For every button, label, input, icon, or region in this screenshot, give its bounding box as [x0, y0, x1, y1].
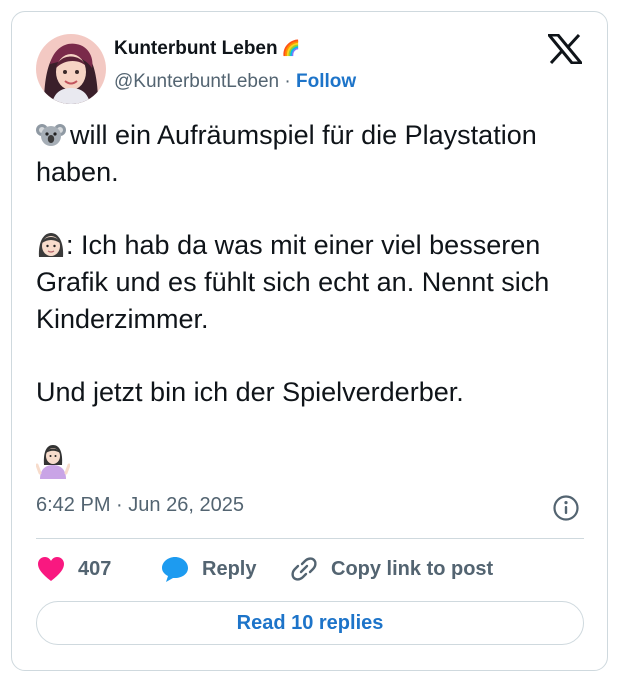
timestamp-separator: · — [116, 494, 123, 516]
read-replies-button[interactable]: Read 10 replies — [36, 601, 584, 645]
x-logo-icon[interactable] — [545, 33, 585, 65]
link-icon — [291, 557, 317, 581]
display-name-text[interactable]: Kunterbunt Leben — [114, 38, 278, 59]
woman-face-icon — [38, 233, 64, 257]
copy-link-button[interactable]: Copy link to post — [289, 553, 493, 585]
action-bar: 407 Reply Copy link to post — [36, 553, 584, 585]
tweet-text: will ein Aufräumspiel für die Playstatio… — [36, 117, 588, 479]
copy-link-label: Copy link to post — [331, 557, 494, 580]
tweet-timestamp[interactable]: 6:42 PM · Jun 26, 2025 — [36, 494, 244, 517]
tweet-line-2: : Ich hab da was mit einer viel besseren… — [36, 230, 550, 334]
reply-label: Reply — [202, 557, 257, 580]
tweet-line-3: Und jetzt bin ich der Spielverderber. — [36, 377, 464, 407]
user-handle[interactable]: @KunterbuntLeben — [114, 71, 279, 92]
reply-bubble-icon — [162, 557, 188, 582]
tweet-paragraph-1: will ein Aufräumspiel für die Playstatio… — [36, 117, 588, 191]
koala-icon — [36, 124, 66, 146]
handle-separator: · — [284, 71, 291, 92]
follow-link[interactable]: Follow — [296, 71, 356, 92]
heart-icon — [38, 557, 64, 581]
divider — [36, 538, 584, 539]
tweet-paragraph-3: Und jetzt bin ich der Spielverderber. — [36, 374, 588, 411]
tweet-line-1: will ein Aufräumspiel für die Playstatio… — [36, 120, 537, 187]
like-button[interactable]: 407 — [36, 553, 111, 585]
woman-shrugging-icon — [36, 445, 70, 479]
tweet-date[interactable]: Jun 26, 2025 — [128, 494, 244, 516]
handle-line: @KunterbuntLeben · Follow — [114, 71, 356, 93]
read-replies-label: Read 10 replies — [236, 611, 384, 634]
reply-button[interactable]: Reply — [160, 553, 256, 585]
avatar[interactable] — [36, 34, 106, 104]
tweet-time[interactable]: 6:42 PM — [36, 494, 110, 516]
info-icon[interactable] — [552, 494, 580, 522]
tweet-paragraph-2: : Ich hab da was mit einer viel besseren… — [36, 227, 588, 338]
likes-count: 407 — [78, 557, 112, 580]
profile-badge: 🌈 — [281, 40, 301, 57]
display-name[interactable]: Kunterbunt Leben 🌈 — [114, 38, 300, 60]
